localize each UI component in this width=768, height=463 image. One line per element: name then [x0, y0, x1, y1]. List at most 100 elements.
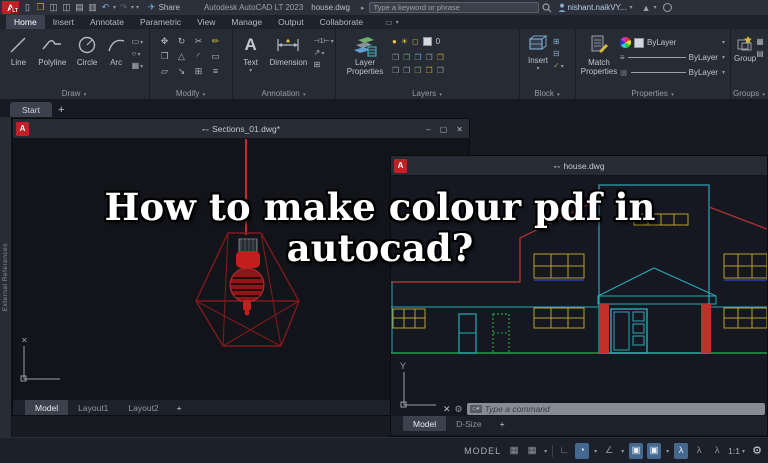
- account-menu[interactable]: nishant.naikVY... ▾: [558, 3, 634, 12]
- dimension-button[interactable]: Dimension: [263, 29, 313, 85]
- sections-restore-icon[interactable]: ▢: [440, 125, 448, 134]
- osnap-caret-icon[interactable]: ▾: [666, 448, 669, 455]
- layer-off-icon[interactable]: ❒: [426, 53, 433, 62]
- offset-icon[interactable]: ▭: [207, 49, 224, 64]
- start-tab[interactable]: Start: [10, 102, 52, 117]
- house-tab-model[interactable]: Model: [403, 416, 447, 431]
- linetype-bylayer-value[interactable]: ByLayer: [689, 68, 718, 77]
- modify-panel-label[interactable]: Modify ▾: [150, 89, 232, 98]
- sections-tab-model[interactable]: Model: [25, 400, 69, 415]
- layer-color-swatch[interactable]: [422, 37, 432, 46]
- ribbon-tab-annotate[interactable]: Annotate: [82, 15, 132, 29]
- new-drawing-tab-button[interactable]: +: [58, 104, 64, 117]
- open-file-icon[interactable]: ❒: [34, 2, 47, 13]
- redo-caret-icon[interactable]: ▾: [131, 4, 134, 11]
- lineweight-caret-icon[interactable]: ▾: [722, 54, 725, 61]
- insert-block-button[interactable]: Insert ▾: [523, 29, 553, 85]
- layer-merge-icon[interactable]: ❒: [414, 66, 421, 75]
- linetype-caret-icon[interactable]: ▾: [722, 69, 725, 76]
- color-bylayer-value[interactable]: ByLayer: [647, 38, 718, 47]
- text-button[interactable]: A Text ▾: [238, 29, 263, 85]
- iso-caret-icon[interactable]: ▾: [621, 448, 624, 455]
- group-edit-icon[interactable]: ▤: [756, 49, 768, 58]
- block-attributes-icon[interactable]: ✓▾: [553, 61, 573, 70]
- ribbon-tab-insert[interactable]: Insert: [45, 15, 82, 29]
- linear-dimension-icon[interactable]: ⊣1⊢▾: [314, 37, 335, 45]
- layers-panel-label[interactable]: Layers ▾: [336, 89, 519, 98]
- cancel-command-icon[interactable]: ✕: [443, 404, 451, 415]
- ribbon-tab-manage[interactable]: Manage: [223, 15, 270, 29]
- sections-minimize-icon[interactable]: –: [426, 125, 430, 134]
- ribbon-tab-collaborate[interactable]: Collaborate: [312, 15, 371, 29]
- ungroup-icon[interactable]: ▦: [756, 37, 768, 46]
- annotation-scale-icon[interactable]: λ: [710, 443, 724, 459]
- ribbon-display-toggle[interactable]: ▭ ▾: [385, 15, 400, 29]
- object-snap-icon[interactable]: ▣: [647, 443, 662, 459]
- search-expand-icon[interactable]: ▸: [361, 4, 365, 12]
- snap-caret-icon[interactable]: ▾: [544, 448, 547, 455]
- house-tab-dsize[interactable]: D-Size: [446, 416, 492, 431]
- qat-customize-icon[interactable]: ▾: [136, 4, 139, 11]
- sections-close-icon[interactable]: ✕: [456, 125, 463, 134]
- layer-match-icon[interactable]: ❒: [392, 66, 399, 75]
- create-block-icon[interactable]: ⊞: [553, 37, 573, 46]
- osnap-tracking-icon[interactable]: ▣: [629, 443, 644, 459]
- line-button[interactable]: Line: [4, 29, 33, 85]
- redo-icon[interactable]: ↷: [117, 2, 130, 13]
- layer-thaw-icon[interactable]: ☀: [401, 37, 408, 46]
- hatch-tool-icon[interactable]: ▦▾: [132, 61, 149, 70]
- rectangle-tool-icon[interactable]: ▭▾: [132, 37, 149, 46]
- sections-window-titlebar[interactable]: A ⊷ Sections_01.dwg* – ▢ ✕: [13, 119, 469, 139]
- lineweight-bylayer-value[interactable]: ByLayer: [689, 53, 718, 62]
- isometric-drafting-icon[interactable]: ∠: [602, 443, 616, 459]
- undo-icon[interactable]: ↶: [99, 2, 112, 13]
- groups-panel-label[interactable]: Groups ▾: [731, 89, 768, 98]
- edit-block-icon[interactable]: ⊟: [553, 49, 573, 58]
- properties-panel-label[interactable]: Properties ▾: [576, 89, 730, 98]
- group-button[interactable]: Group: [734, 29, 756, 85]
- layer-unlock-icon[interactable]: ◻: [412, 37, 419, 46]
- sections-tab-layout2[interactable]: Layout2: [118, 400, 168, 415]
- model-space-button[interactable]: MODEL: [464, 446, 501, 456]
- share-button[interactable]: ✈ Share: [148, 2, 180, 13]
- new-file-icon[interactable]: ▯: [21, 2, 34, 13]
- sections-tab-layout1[interactable]: Layout1: [68, 400, 118, 415]
- ribbon-tab-view[interactable]: View: [189, 15, 223, 29]
- ortho-mode-icon[interactable]: ∟: [557, 443, 571, 459]
- house-new-layout-button[interactable]: +: [492, 416, 513, 431]
- plot-icon[interactable]: ▤: [73, 2, 86, 13]
- house-window-titlebar[interactable]: A ⊷ house.dwg: [391, 156, 767, 176]
- search-input[interactable]: [368, 2, 539, 13]
- polyline-button[interactable]: Polyline: [33, 29, 72, 85]
- ellipse-tool-icon[interactable]: ○▾: [132, 49, 149, 58]
- polar-caret-icon[interactable]: ▾: [594, 448, 597, 455]
- lineweight-icon[interactable]: ≡: [620, 53, 625, 62]
- match-properties-button[interactable]: Match Properties: [580, 29, 618, 85]
- block-panel-label[interactable]: Block ▾: [520, 89, 575, 98]
- search-icon[interactable]: [541, 2, 552, 13]
- ribbon-tab-parametric[interactable]: Parametric: [132, 15, 189, 29]
- command-input[interactable]: [484, 404, 762, 414]
- autocad-logo-icon[interactable]: A LT: [2, 1, 19, 14]
- erase-icon[interactable]: ✏: [207, 34, 224, 49]
- ribbon-tab-home[interactable]: Home: [6, 15, 45, 29]
- circle-button[interactable]: Circle: [72, 29, 103, 85]
- layer-freeze-icon[interactable]: ❒: [414, 53, 421, 62]
- grid-display-icon[interactable]: ▦: [507, 443, 521, 459]
- color-caret-icon[interactable]: ▾: [722, 39, 725, 46]
- annotation-visibility-icon[interactable]: λ: [674, 443, 689, 459]
- table-icon[interactable]: ⊞: [314, 60, 335, 69]
- ribbon-tab-output[interactable]: Output: [270, 15, 312, 29]
- annotation-scale-value[interactable]: 1:1 ▾: [728, 446, 746, 456]
- layer-isolate-icon[interactable]: ❒: [403, 53, 410, 62]
- scale-icon[interactable]: ↘: [173, 64, 190, 79]
- object-color-icon[interactable]: [620, 37, 631, 48]
- layer-walk-icon[interactable]: ❒: [437, 66, 444, 75]
- annotation-panel-label[interactable]: Annotation ▾: [233, 89, 335, 98]
- layer-properties-button[interactable]: Layer Properties: [342, 29, 388, 85]
- autodesk-app-icon[interactable]: ▲: [640, 3, 653, 13]
- rotate-icon[interactable]: ↻: [173, 34, 190, 49]
- mirror-icon[interactable]: △: [173, 49, 190, 64]
- linetype-icon[interactable]: ▦: [620, 68, 628, 77]
- command-line-bar[interactable]: ▭▾: [466, 403, 765, 415]
